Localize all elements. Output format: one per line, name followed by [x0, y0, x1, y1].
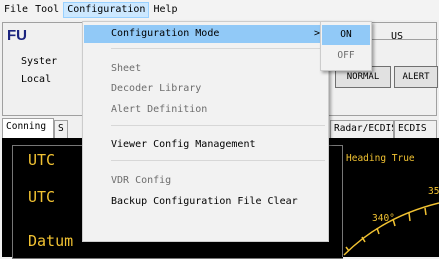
- company-logo: FU: [7, 27, 27, 43]
- configuration-mode-submenu: ON OFF: [320, 21, 372, 71]
- status-group-title: US: [391, 31, 404, 42]
- tab-radar-ecdis[interactable]: Radar/ECDIS: [330, 120, 394, 138]
- menu-file[interactable]: File: [1, 2, 31, 18]
- svg-text:FU: FU: [7, 27, 27, 43]
- tab-ecdis[interactable]: ECDIS: [394, 120, 437, 138]
- system-label: Syster: [21, 56, 58, 67]
- configuration-dropdown: Configuration Mode > Sheet Decoder Libra…: [82, 21, 329, 242]
- alert-definition-item[interactable]: Alert Definition: [111, 101, 207, 119]
- menu-configuration[interactable]: Configuration: [63, 2, 150, 18]
- local-label: Local: [21, 74, 52, 85]
- mode-on-item[interactable]: ON: [322, 25, 370, 45]
- datum-label: Datum: [28, 232, 74, 250]
- decoder-library-item[interactable]: Decoder Library: [111, 80, 201, 98]
- heading-340-label: 340°: [372, 213, 395, 224]
- menu-bar: File Tool Configuration Help: [0, 0, 439, 20]
- utc-label-2: UTC: [28, 188, 56, 206]
- menu-separator: [111, 160, 325, 161]
- heading-true-label: Heading True: [346, 153, 415, 164]
- heading-350-label: 35: [428, 186, 439, 197]
- menu-help[interactable]: Help: [150, 2, 180, 18]
- mode-off-item[interactable]: OFF: [322, 46, 370, 66]
- menu-tool[interactable]: Tool: [32, 2, 62, 18]
- utc-label-1: UTC: [28, 151, 56, 169]
- tab-s[interactable]: S: [54, 120, 68, 138]
- configuration-mode-label: Configuration Mode: [111, 28, 220, 39]
- viewer-config-item[interactable]: Viewer Config Management: [111, 136, 256, 154]
- menu-separator: [111, 125, 325, 126]
- vdr-config-item[interactable]: VDR Config: [111, 172, 171, 190]
- sheet-item[interactable]: Sheet: [111, 60, 141, 78]
- configuration-mode-item[interactable]: Configuration Mode >: [84, 25, 328, 43]
- alert-button[interactable]: ALERT: [394, 66, 438, 88]
- backup-clear-item[interactable]: Backup Configuration File Clear: [111, 193, 298, 211]
- tab-conning[interactable]: Conning: [2, 118, 54, 138]
- menu-separator: [111, 48, 325, 49]
